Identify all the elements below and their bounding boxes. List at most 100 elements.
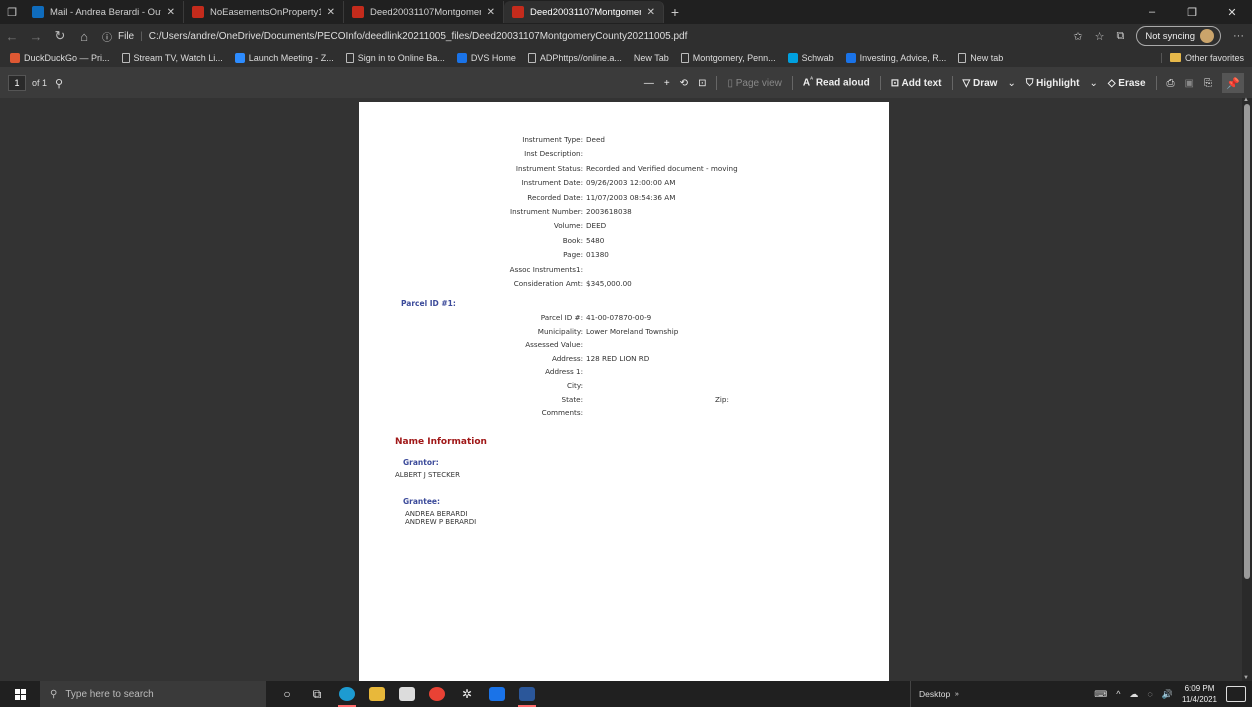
clock[interactable]: 6:09 PM 11/4/2021 bbox=[1182, 683, 1217, 705]
rotate-icon[interactable]: ⟲ bbox=[680, 78, 688, 89]
file-explorer-icon[interactable] bbox=[362, 681, 392, 707]
close-icon[interactable]: ✕ bbox=[167, 7, 175, 18]
store-icon[interactable] bbox=[392, 681, 422, 707]
close-icon[interactable]: ✕ bbox=[487, 7, 495, 18]
favorite-link[interactable]: DVS Home bbox=[451, 52, 522, 63]
field-row: Instrument Status: Recorded and Verified … bbox=[359, 164, 889, 174]
parcel-field-row: Assessed Value: bbox=[359, 340, 889, 350]
keyboard-icon[interactable]: ⌨ bbox=[1094, 689, 1107, 700]
favorite-label: Sign in to Online Ba... bbox=[357, 52, 445, 63]
chevron-up-icon[interactable]: ^ bbox=[1116, 689, 1120, 699]
edge-icon[interactable] bbox=[332, 681, 362, 707]
browser-tab[interactable]: NoEasementsOnProperty128Rec ✕ bbox=[184, 1, 344, 23]
task-view-icon[interactable]: ⧉ bbox=[302, 681, 332, 707]
new-tab-button[interactable]: + bbox=[664, 4, 686, 20]
read-aloud-button[interactable]: Aᴬ Read aloud bbox=[803, 77, 870, 88]
erase-button[interactable]: ◇ Erase bbox=[1108, 78, 1146, 89]
print-icon[interactable]: ⎙ bbox=[1167, 78, 1175, 89]
search-icon[interactable]: ⚲ bbox=[55, 77, 63, 90]
taskbar-search[interactable]: ⚲ Type here to search bbox=[40, 681, 266, 707]
grantor-heading: Grantor: bbox=[403, 458, 439, 467]
pdf-viewer: Parcel ID #1: Name Information Grantor: … bbox=[0, 97, 1252, 681]
taskbar: ⚲ Type here to search ○ ⧉ ✲ Desktop » ⌨ … bbox=[0, 681, 1252, 707]
page-view-button[interactable]: ▯ Page view bbox=[727, 78, 781, 89]
onedrive-icon[interactable]: ☁ bbox=[1129, 689, 1138, 700]
favorite-label: Stream TV, Watch Li... bbox=[133, 52, 223, 63]
desktop-toolbar[interactable]: Desktop » bbox=[910, 681, 959, 707]
favorite-link[interactable]: Montgomery, Penn... bbox=[675, 52, 782, 63]
minimize-icon[interactable]: – bbox=[1132, 0, 1172, 24]
network-icon[interactable]: ◌ bbox=[1147, 689, 1152, 699]
save-icon[interactable]: ▣ bbox=[1185, 78, 1194, 89]
add-text-button[interactable]: ⊡ Add text bbox=[891, 78, 942, 89]
scrollbar[interactable]: ▲ ▼ bbox=[1242, 97, 1252, 681]
scrollbar-thumb[interactable] bbox=[1244, 104, 1250, 579]
browser-tab[interactable]: Deed20031107MontgomeryCou ✕ bbox=[504, 1, 664, 23]
read-aloud-label: Read aloud bbox=[815, 77, 870, 89]
site-icon bbox=[845, 52, 856, 63]
other-favorites[interactable]: Other favorites bbox=[1160, 52, 1252, 63]
other-favorites-label: Other favorites bbox=[1184, 52, 1244, 63]
favorite-link[interactable]: Investing, Advice, R... bbox=[840, 52, 953, 63]
volume-icon[interactable]: 🔊 bbox=[1162, 689, 1173, 700]
sync-button[interactable]: Not syncing bbox=[1136, 26, 1221, 46]
home-icon[interactable]: ⌂ bbox=[72, 29, 96, 44]
page-number-input[interactable]: 1 bbox=[8, 75, 26, 91]
browser-tab[interactable]: Deed20031107MontgomeryCou ✕ bbox=[344, 1, 504, 23]
scroll-up-icon[interactable]: ▲ bbox=[1243, 97, 1249, 103]
highlight-button[interactable]: ⛉ Highlight bbox=[1026, 78, 1080, 89]
favorites-icon[interactable]: ☆ bbox=[1095, 30, 1105, 43]
draw-chevron-icon[interactable]: ⌄ bbox=[1007, 78, 1015, 89]
favorite-link[interactable]: Schwab bbox=[782, 52, 840, 63]
collections-icon[interactable]: ⧉ bbox=[1117, 30, 1125, 43]
mail-icon[interactable] bbox=[482, 681, 512, 707]
back-icon[interactable]: ← bbox=[0, 29, 24, 44]
favorite-link[interactable]: Launch Meeting - Z... bbox=[229, 52, 340, 63]
page-icon bbox=[527, 52, 536, 63]
field-row: Instrument Type: Deed bbox=[359, 135, 889, 145]
erase-label: Erase bbox=[1118, 77, 1146, 89]
refresh-icon[interactable]: ↻ bbox=[48, 28, 72, 44]
add-text-label: Add text bbox=[901, 77, 942, 89]
zoom-in-icon[interactable]: + bbox=[664, 78, 670, 89]
site-icon bbox=[787, 52, 798, 63]
favorite-link[interactable]: Stream TV, Watch Li... bbox=[116, 52, 229, 63]
chrome-icon[interactable] bbox=[422, 681, 452, 707]
favorite-label: Launch Meeting - Z... bbox=[248, 52, 334, 63]
forward-icon[interactable]: → bbox=[24, 29, 48, 44]
zoom-out-icon[interactable]: — bbox=[644, 78, 654, 89]
favorite-link[interactable]: ADPhttps//online.a... bbox=[522, 52, 628, 63]
more-icon[interactable]: ··· bbox=[1233, 30, 1244, 42]
url-field[interactable]: ⓘ File | C:/Users/andre/OneDrive/Documen… bbox=[102, 26, 1073, 46]
app-icon[interactable]: ✲ bbox=[452, 681, 482, 707]
info-icon[interactable]: ⓘ bbox=[102, 29, 112, 44]
notification-icon[interactable] bbox=[1226, 686, 1246, 702]
close-icon[interactable]: ✕ bbox=[647, 7, 655, 18]
field-label: Address: bbox=[551, 353, 583, 363]
field-value: 01380 bbox=[586, 250, 609, 260]
read-view-icon[interactable]: ✩ bbox=[1073, 30, 1082, 43]
cortana-icon[interactable]: ○ bbox=[272, 681, 302, 707]
close-icon[interactable]: ✕ bbox=[1212, 0, 1252, 24]
name-info-heading: Name Information bbox=[395, 437, 487, 447]
favorite-label: Montgomery, Penn... bbox=[692, 52, 776, 63]
save-as-icon[interactable]: ⎘ bbox=[1204, 78, 1212, 89]
favorite-link[interactable]: DuckDuckGo — Pri... bbox=[4, 52, 116, 63]
favorite-link[interactable]: Sign in to Online Ba... bbox=[340, 52, 451, 63]
favorite-label: New Tab bbox=[633, 52, 669, 63]
restore-icon[interactable]: ❐ bbox=[1172, 0, 1212, 24]
fit-page-icon[interactable]: ⊡ bbox=[698, 78, 706, 89]
browser-tab[interactable]: Mail - Andrea Berardi - Outlook ✕ bbox=[24, 1, 184, 23]
start-button[interactable] bbox=[0, 681, 40, 707]
draw-button[interactable]: ▽ Draw bbox=[963, 78, 998, 89]
pdf-icon bbox=[352, 6, 364, 18]
close-icon[interactable]: ✕ bbox=[327, 7, 335, 18]
favorite-link[interactable]: New tab bbox=[952, 52, 1009, 63]
highlight-chevron-icon[interactable]: ⌄ bbox=[1089, 78, 1097, 89]
parcel-field-row: Municipality: Lower Moreland Township bbox=[359, 327, 889, 337]
pin-icon[interactable]: 📌 bbox=[1222, 73, 1244, 93]
field-label: Assoc Instruments1: bbox=[509, 264, 583, 274]
favorite-link[interactable]: New Tab bbox=[628, 53, 675, 63]
tab-actions-icon[interactable]: ❐ bbox=[0, 0, 24, 24]
word-icon[interactable] bbox=[512, 681, 542, 707]
